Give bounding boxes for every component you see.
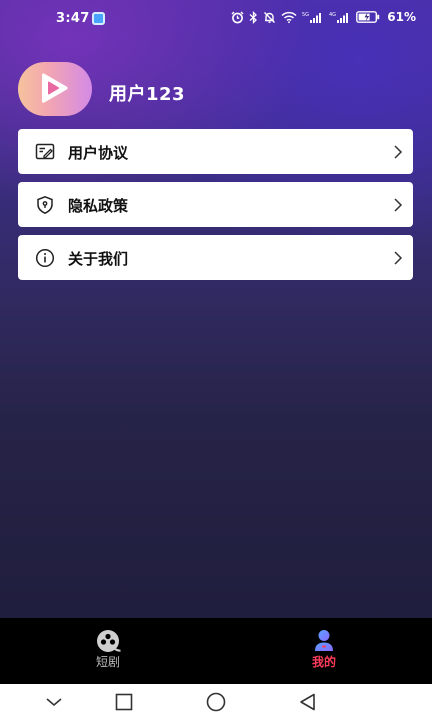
alarm-icon	[231, 11, 244, 23]
username: 用户123	[109, 84, 186, 105]
wifi-icon	[281, 11, 297, 23]
tab-short-drama[interactable]: 短剧	[48, 618, 168, 684]
chevron-right-icon	[394, 145, 403, 159]
mute-bell-icon	[264, 11, 276, 23]
bottom-tab-bar: 短剧 我的	[0, 618, 432, 684]
menu-item-privacy-policy[interactable]: 隐私政策	[18, 182, 413, 227]
chevron-down-icon[interactable]	[42, 692, 66, 712]
signal-5g-icon: 5G	[302, 12, 322, 23]
notification-app-icon	[92, 12, 105, 25]
signal-4g-icon: 4G	[329, 12, 349, 23]
tab-label: 我的	[311, 655, 336, 669]
home-circle-icon[interactable]	[204, 692, 228, 712]
tab-label: 短剧	[95, 655, 120, 669]
profile-screen: 3:47 5G 4G 61% 用户123 用户协议 隐私政策 关于我们 短剧 我…	[0, 0, 432, 720]
tab-mine[interactable]: 我的	[264, 618, 384, 684]
play-logo-icon	[42, 73, 68, 103]
shield-lock-icon	[37, 195, 53, 215]
menu-item-label: 关于我们	[68, 250, 129, 268]
status-indicators: 5G 4G 61%	[231, 10, 416, 24]
back-triangle-icon[interactable]	[296, 692, 320, 712]
menu-item-about-us[interactable]: 关于我们	[18, 235, 413, 280]
status-bar: 3:47 5G 4G 61%	[0, 0, 432, 36]
svg-text:4G: 4G	[329, 12, 336, 18]
menu-item-label: 用户协议	[68, 144, 129, 162]
system-navigation-bar	[0, 684, 432, 720]
chevron-right-icon	[394, 251, 403, 265]
recents-square-icon[interactable]	[112, 692, 136, 712]
svg-text:5G: 5G	[302, 12, 309, 18]
profile-user-icon	[315, 630, 333, 651]
bluetooth-icon	[249, 10, 258, 24]
agreement-document-icon	[35, 143, 55, 160]
info-circle-icon	[35, 248, 55, 268]
chevron-right-icon	[394, 198, 403, 212]
menu-item-label: 隐私政策	[68, 197, 129, 215]
battery-percentage: 61%	[387, 10, 416, 24]
status-time: 3:47	[56, 11, 90, 26]
avatar[interactable]	[18, 62, 92, 116]
menu-item-user-agreement[interactable]: 用户协议	[18, 129, 413, 174]
short-drama-icon	[97, 630, 121, 652]
battery-charging-icon	[356, 11, 380, 23]
